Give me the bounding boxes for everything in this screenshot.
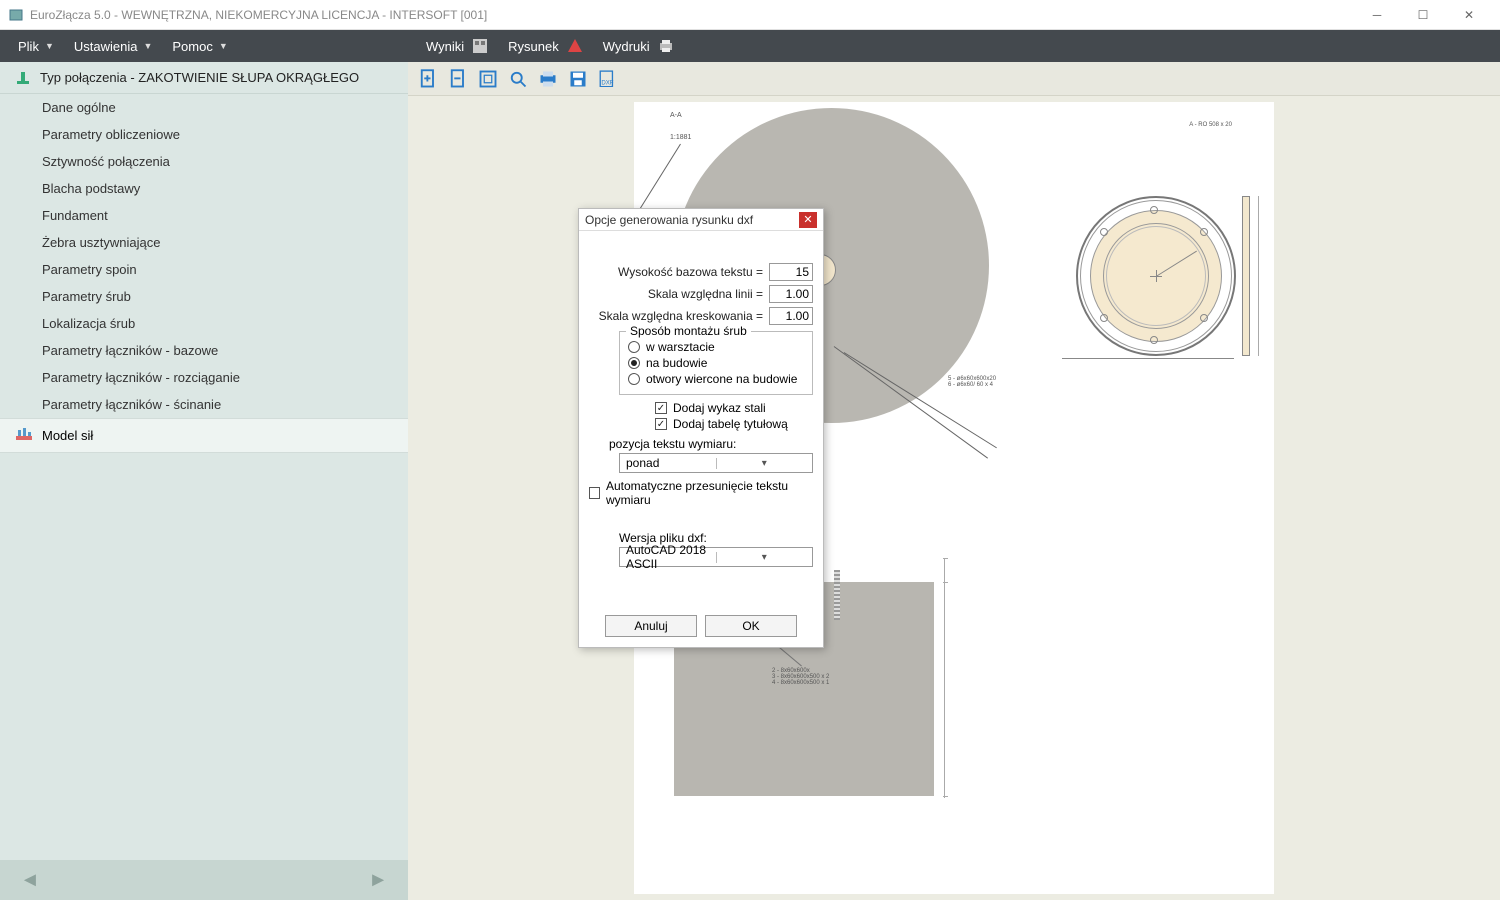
dimension-line [1062,358,1234,366]
tree-item[interactable]: Parametry śrub [0,283,408,310]
tree-item[interactable]: Parametry łączników - bazowe [0,337,408,364]
anchor-bolt [834,570,840,620]
tree-section-model[interactable]: Model sił [0,418,408,453]
tree-item[interactable]: Parametry obliczeniowe [0,121,408,148]
tree-item[interactable]: Fundament [0,202,408,229]
label-line-scale: Skala względna linii = [648,287,763,301]
mounting-legend: Sposób montażu śrub [626,324,751,338]
radio-drilled[interactable]: otwory wiercone na budowie [628,372,804,386]
menubar: Plik▼ Ustawienia▼ Pomoc▼ [0,30,408,62]
nav-prev-icon[interactable]: ◄ [20,869,40,892]
print-icon [658,38,674,54]
titlebar: EuroZłącza 5.0 - WEWNĘTRZNA, NIEKOMERCYJ… [0,0,1500,30]
maximize-button[interactable]: ☐ [1400,1,1446,29]
sidebar: Plik▼ Ustawienia▼ Pomoc▼ Typ połączenia … [0,30,408,900]
select-dim-text-pos[interactable]: ponad▾ [619,453,813,473]
app-icon [8,7,24,23]
chk-title-table[interactable]: ✓Dodaj tabelę tytułową [655,417,813,431]
menu-plik[interactable]: Plik▼ [10,30,62,62]
baseplate-side [1242,196,1250,356]
label-text-height: Wysokość bazowa tekstu = [618,265,763,279]
tree-item[interactable]: Blacha podstawy [0,175,408,202]
top-dim-label: A - RO 508 x 20 [1189,122,1232,128]
section-label: A-A [670,112,682,119]
close-button[interactable]: ✕ [1446,1,1492,29]
sub-toolbar: DXF [408,62,1500,96]
cancel-button[interactable]: Anuluj [605,615,697,637]
drawing-icon [567,38,583,54]
dialog-close-button[interactable]: ✕ [799,212,817,228]
nav-arrows: ◄ ► [0,860,408,900]
chk-steel-list[interactable]: ✓Dodaj wykaz stali [655,401,813,415]
minimize-button[interactable]: ─ [1354,1,1400,29]
tree-item[interactable]: Parametry łączników - ścinanie [0,391,408,418]
dialog-title: Opcje generowania rysunku dxf [585,213,799,227]
tree-item[interactable]: Parametry spoin [0,256,408,283]
tree-item[interactable]: Sztywność połączenia [0,148,408,175]
tree-model-label: Model sił [42,428,93,443]
connection-icon [16,71,30,85]
mounting-fieldset: Sposób montażu śrub w warsztacie na budo… [619,331,813,395]
input-hatch-scale[interactable] [769,307,813,325]
dxf-icon[interactable]: DXF [598,69,618,89]
canvas: A-A 1:1881 5 - ø6x60x600x20 6 - ø6x60/ 6… [408,96,1500,900]
toolbar-rysunek[interactable]: Rysunek [500,30,591,62]
input-line-scale[interactable] [769,285,813,303]
tree-item[interactable]: Żebra usztywniające [0,229,408,256]
dialog-titlebar[interactable]: Opcje generowania rysunku dxf ✕ [579,209,823,231]
radio-onsite[interactable]: na budowie [628,356,804,370]
svg-text:DXF: DXF [601,79,613,86]
zoom-icon[interactable] [508,69,528,89]
menu-ustawienia[interactable]: Ustawienia▼ [66,30,161,62]
baseplate-plan [1076,196,1236,356]
window-title: EuroZłącza 5.0 - WEWNĘTRZNA, NIEKOMERCYJ… [30,8,1354,22]
tree-item[interactable]: Dane ogólne [0,94,408,121]
part-label: 5 - ø6x60x600x20 6 - ø6x60/ 60 x 4 [948,376,996,388]
toolbar-wydruki[interactable]: Wydruki [595,30,682,62]
ok-button[interactable]: OK [705,615,797,637]
tree-item[interactable]: Lokalizacja śrub [0,310,408,337]
tree-item[interactable]: Parametry łączników - rozciąganie [0,364,408,391]
dimension-line [1258,196,1266,356]
save-icon[interactable] [568,69,588,89]
remove-page-icon[interactable] [448,69,468,89]
menu-pomoc[interactable]: Pomoc▼ [164,30,235,62]
tree-header-label: Typ połączenia - ZAKOTWIENIE SŁUPA OKRĄG… [40,70,359,85]
nav-next-icon[interactable]: ► [368,869,388,892]
toolbar: Wyniki Rysunek Wydruki [408,30,1500,62]
dxf-options-dialog: Opcje generowania rysunku dxf ✕ Wysokość… [578,208,824,648]
tree-header[interactable]: Typ połączenia - ZAKOTWIENIE SŁUPA OKRĄG… [0,62,408,94]
main: Wyniki Rysunek Wydruki DXF A-A 1:1881 5 … [408,30,1500,900]
toolbar-wyniki[interactable]: Wyniki [418,30,496,62]
print2-icon[interactable] [538,69,558,89]
tree: Typ połączenia - ZAKOTWIENIE SŁUPA OKRĄG… [0,62,408,860]
model-icon [16,427,32,444]
fit-page-icon[interactable] [478,69,498,89]
chk-auto-shift[interactable]: Automatyczne przesunięcie tekstu wymiaru [589,479,813,507]
radio-workshop[interactable]: w warsztacie [628,340,804,354]
select-dxf-version[interactable]: AutoCAD 2018 ASCII▾ [619,547,813,567]
scale-label: 1:1881 [670,134,691,141]
label-dim-text-pos: pozycja tekstu wymiaru: [609,437,813,451]
label-hatch-scale: Skala względna kreskowania = [599,309,763,323]
new-page-icon[interactable] [418,69,438,89]
chevron-down-icon: ▾ [716,552,813,563]
part-label: 2 - 8x60x600x 3 - 8x60x600x500 x 2 4 - 8… [772,668,829,686]
input-text-height[interactable] [769,263,813,281]
dimension-line [944,558,954,798]
results-icon [472,38,488,54]
chevron-down-icon: ▾ [716,458,813,469]
